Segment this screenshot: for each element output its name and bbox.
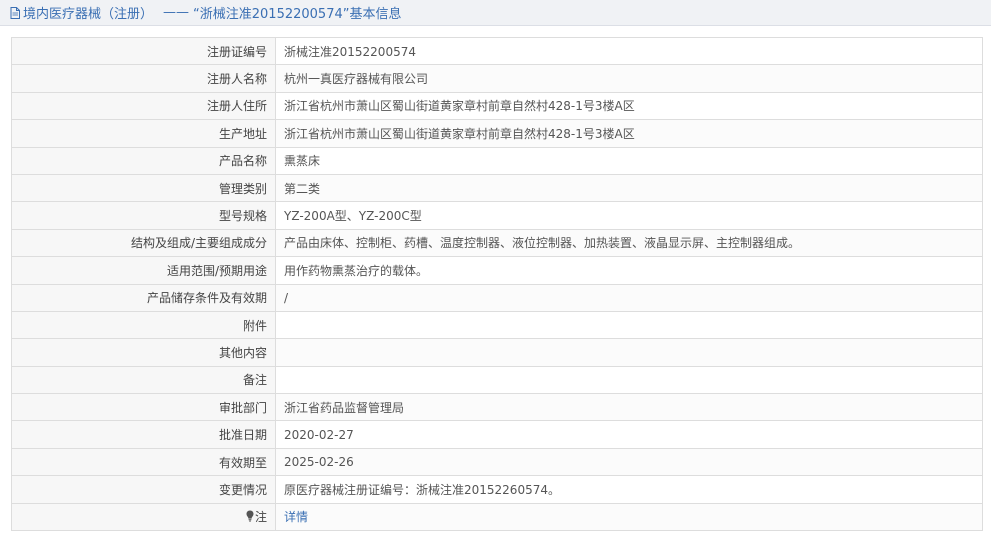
row-value: 熏蒸床: [275, 146, 983, 175]
table-row: 审批部门 浙江省药品监督管理局: [11, 393, 983, 422]
row-value: /: [275, 283, 983, 312]
row-value: 浙江省杭州市萧山区蜀山街道黄家章村前章自然村428-1号3楼A区: [275, 91, 983, 121]
row-label: 变更情况: [11, 475, 276, 504]
header-title: “浙械注准20152200574”基本信息: [193, 7, 402, 22]
row-label: 附件: [11, 310, 276, 340]
table-row: 注册证编号 浙械注准20152200574: [11, 36, 983, 66]
header-category: 境内医疗器械（注册）: [23, 7, 154, 22]
row-value: 2020-02-27: [275, 420, 983, 449]
table-row: 结构及组成/主要组成成分 产品由床体、控制柜、药槽、温度控制器、液位控制器、加热…: [11, 228, 983, 258]
table-row: 型号规格 YZ-200A型、YZ-200C型: [11, 201, 983, 230]
table-row: 注册人名称 杭州一真医疗器械有限公司: [11, 64, 983, 93]
row-label: 产品储存条件及有效期: [11, 283, 276, 312]
detail-link[interactable]: 详情: [284, 510, 308, 524]
note-row: 注 详情: [11, 502, 983, 532]
row-value: 原医疗器械注册证编号：浙械注准20152260574。: [275, 475, 983, 504]
table-row: 适用范围/预期用途 用作药物熏蒸治疗的载体。: [11, 256, 983, 285]
row-label: 管理类别: [11, 173, 276, 203]
row-value: [275, 310, 983, 340]
row-label: 批准日期: [11, 420, 276, 449]
note-value-cell: 详情: [275, 502, 983, 532]
row-label: 注册人住所: [11, 91, 276, 121]
row-value: 第二类: [275, 173, 983, 203]
table-row: 产品名称 熏蒸床: [11, 146, 983, 175]
row-label: 型号规格: [11, 201, 276, 230]
row-label: 审批部门: [11, 393, 276, 422]
row-label: 生产地址: [11, 119, 276, 148]
row-value: 浙械注准20152200574: [275, 36, 983, 66]
note-label: 注: [254, 510, 267, 525]
row-label: 结构及组成/主要组成成分: [11, 228, 276, 258]
row-label: 其他内容: [11, 338, 276, 367]
table-row: 生产地址 浙江省杭州市萧山区蜀山街道黄家章村前章自然村428-1号3楼A区: [11, 119, 983, 148]
row-value: 产品由床体、控制柜、药槽、温度控制器、液位控制器、加热装置、液晶显示屏、主控制器…: [275, 228, 983, 258]
header-separator: ——: [163, 5, 190, 20]
row-label: 备注: [11, 365, 276, 395]
table-row: 批准日期 2020-02-27: [11, 420, 983, 449]
table-row: 附件: [11, 310, 983, 340]
table-row: 备注: [11, 365, 983, 395]
lightbulb-icon: [246, 510, 254, 522]
row-value: 2025-02-26: [275, 447, 983, 477]
table-row: 管理类别 第二类: [11, 173, 983, 203]
table-row: 产品储存条件及有效期 /: [11, 283, 983, 312]
row-value: [275, 365, 983, 395]
document-icon: [10, 6, 20, 19]
table-row: 注册人住所 浙江省杭州市萧山区蜀山街道黄家章村前章自然村428-1号3楼A区: [11, 91, 983, 121]
page-header: 境内医疗器械（注册） —— “浙械注准20152200574”基本信息: [0, 0, 991, 26]
row-value: 用作药物熏蒸治疗的载体。: [275, 256, 983, 285]
table-row: 有效期至 2025-02-26: [11, 447, 983, 477]
row-value: 杭州一真医疗器械有限公司: [275, 64, 983, 93]
info-table: 注册证编号 浙械注准20152200574 注册人名称 杭州一真医疗器械有限公司…: [11, 36, 983, 532]
table-row: 其他内容: [11, 338, 983, 367]
note-label-cell: 注: [11, 502, 276, 532]
row-value: 浙江省杭州市萧山区蜀山街道黄家章村前章自然村428-1号3楼A区: [275, 119, 983, 148]
row-label: 注册人名称: [11, 64, 276, 93]
row-label: 注册证编号: [11, 36, 276, 66]
row-label: 产品名称: [11, 146, 276, 175]
row-label: 有效期至: [11, 447, 276, 477]
row-label: 适用范围/预期用途: [11, 256, 276, 285]
table-row: 变更情况 原医疗器械注册证编号：浙械注准20152260574。: [11, 475, 983, 504]
row-value: YZ-200A型、YZ-200C型: [275, 201, 983, 230]
row-value: [275, 338, 983, 367]
row-value: 浙江省药品监督管理局: [275, 393, 983, 422]
